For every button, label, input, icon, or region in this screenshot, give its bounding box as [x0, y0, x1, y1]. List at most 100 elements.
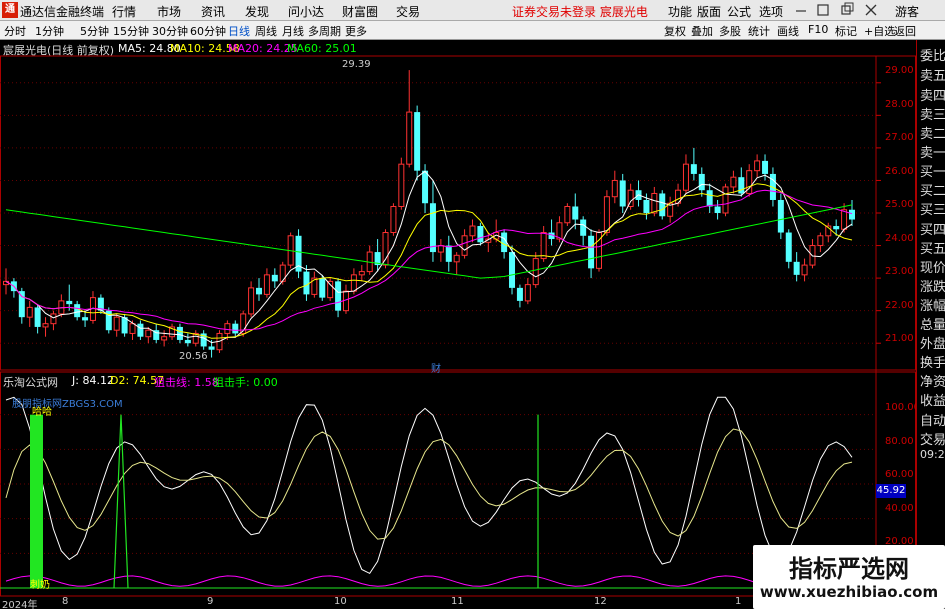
sidebar-item[interactable]: 买五	[920, 238, 945, 257]
candle-body	[184, 339, 191, 344]
candle-body	[643, 199, 650, 213]
sidebar-item[interactable]: 净资	[920, 371, 945, 390]
candle-body	[319, 278, 326, 298]
candle-body	[777, 199, 784, 233]
candle-body	[176, 326, 183, 340]
indicator-j: J: 84.12	[72, 374, 114, 387]
candle-body	[801, 264, 808, 276]
sidebar-item[interactable]: 涨跌	[920, 276, 945, 295]
candle-body	[74, 304, 81, 318]
candle-body	[398, 163, 405, 207]
sidebar-item[interactable]: 收益	[920, 390, 945, 409]
sidebar-item[interactable]: 外盘	[920, 333, 945, 352]
sidebar-item[interactable]: 换手	[920, 352, 945, 371]
candle-body	[690, 164, 697, 174]
sidebar-item[interactable]: 卖四	[920, 85, 945, 104]
candle-body	[232, 323, 239, 334]
candle-body	[137, 323, 144, 337]
sidebar-item[interactable]: 卖二	[920, 123, 945, 142]
candle-body	[580, 219, 587, 236]
date-label-1: 1	[735, 596, 742, 607]
low-price-label: 20.56	[179, 351, 208, 362]
sidebar-item[interactable]: 总量	[920, 314, 945, 333]
indicator-value-box: 45.92	[876, 484, 906, 498]
candle-body	[248, 287, 255, 315]
candle-body	[42, 323, 49, 328]
price-tick-label: 26.00	[885, 165, 914, 177]
sidebar-item[interactable]: 卖一	[920, 142, 945, 161]
candle-body	[572, 206, 579, 220]
price-tick-label: 22.00	[885, 299, 914, 311]
candle-body	[524, 284, 531, 302]
price-tick-label: 25.00	[885, 199, 914, 210]
sidebar-item[interactable]: 涨幅	[920, 295, 945, 314]
candle-body	[390, 205, 397, 234]
candle-body	[66, 300, 73, 305]
candle-body	[841, 209, 848, 230]
candle-body	[698, 173, 705, 191]
candle-body	[406, 111, 413, 165]
candle-body	[532, 258, 539, 286]
candle-body	[509, 252, 516, 288]
price-tick-label: 24.00	[885, 232, 914, 244]
candle-body	[129, 323, 136, 334]
indicator-line2: 狙击手: 0.00	[213, 376, 278, 389]
indicator-name: 乐淘公式网	[3, 376, 58, 389]
indicator-tick-label: 40.00	[885, 503, 914, 514]
candle-body	[161, 336, 168, 341]
candle-body	[113, 316, 120, 331]
candle-body	[516, 287, 523, 301]
price-tick-label: 27.00	[885, 132, 914, 143]
sidebar-item[interactable]: 买三	[920, 199, 945, 218]
candle-body	[762, 160, 769, 174]
candle-body	[18, 291, 25, 318]
candle-body	[469, 225, 476, 237]
sidebar-item[interactable]: 卖五	[920, 65, 945, 84]
indicator-tick-label: 100.00	[885, 402, 920, 413]
candle-body	[588, 235, 595, 269]
candle-body	[564, 205, 571, 224]
quote-sidebar: 委比 卖五 卖四 卖三 卖二 卖一 买一 买二 买三 买四 买五 现价 涨跌 涨幅 总量 外盘 换手 净资 收益 自动…	[916, 40, 945, 609]
candle-body	[603, 196, 610, 234]
candle-body	[754, 160, 761, 172]
candle-body	[817, 235, 824, 247]
date-label-year: 2024年	[2, 600, 38, 609]
candle-body	[619, 180, 626, 207]
candle-body	[682, 163, 689, 191]
brand-watermark: 指标严选网 www.xuezhibiao.com	[753, 545, 945, 609]
candle-body	[611, 179, 618, 198]
candle-body	[422, 170, 429, 204]
indicator-base-line	[5, 575, 853, 587]
sidebar-item[interactable]: 09:25	[920, 448, 945, 461]
indicator-tick-label: 60.00	[885, 469, 914, 480]
sidebar-item[interactable]: 买一	[920, 161, 945, 180]
sidebar-item[interactable]: 买四	[920, 219, 945, 238]
price-tick-label: 23.00	[885, 266, 914, 277]
candle-body	[477, 226, 484, 243]
candle-body	[706, 190, 713, 207]
kline-chart[interactable]	[0, 0, 916, 609]
candle-body	[540, 232, 547, 260]
candle-body	[208, 346, 215, 350]
sidebar-item[interactable]: 自动	[920, 410, 945, 429]
sidebar-item[interactable]: 卖三	[920, 104, 945, 123]
finance-marker[interactable]: 财	[431, 360, 441, 375]
sidebar-item[interactable]: 买二	[920, 180, 945, 199]
date-label-12: 12	[594, 596, 607, 607]
date-label-11: 11	[451, 596, 464, 607]
candle-body	[785, 232, 792, 262]
candle-body	[82, 317, 89, 321]
sidebar-item[interactable]: 交易	[920, 429, 945, 448]
price-tick-label: 21.00	[885, 333, 914, 344]
sidebar-item[interactable]: 现价	[920, 257, 945, 276]
candle-body	[350, 274, 357, 292]
candle-body	[50, 313, 57, 325]
candle-body	[429, 203, 436, 253]
candle-body	[145, 329, 152, 338]
candle-body	[263, 274, 270, 295]
sidebar-item[interactable]: 委比	[920, 45, 945, 64]
candle-body	[714, 206, 721, 213]
candle-body	[358, 271, 365, 276]
indicator-tick-label: 80.00	[885, 436, 914, 447]
high-price-label: 29.39	[342, 59, 371, 70]
